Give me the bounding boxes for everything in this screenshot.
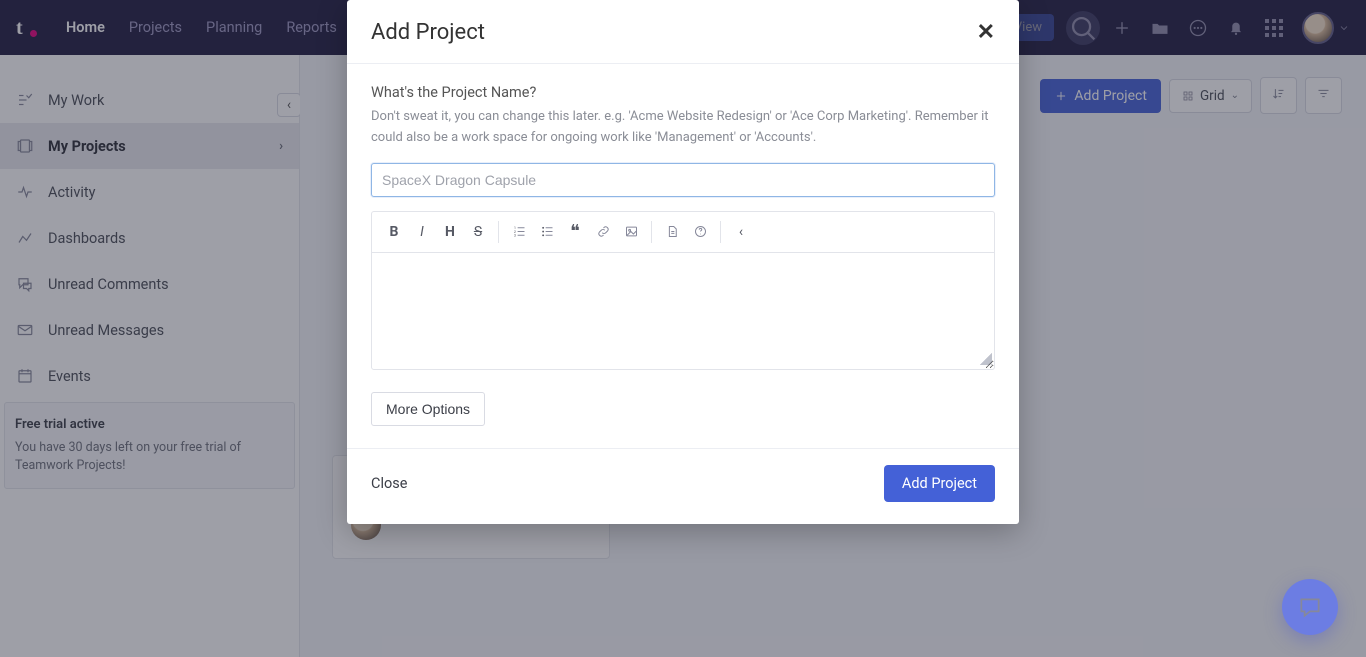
link-icon[interactable] <box>589 218 617 246</box>
modal-submit-button[interactable]: Add Project <box>884 465 995 502</box>
field-label: What's the Project Name? <box>371 84 995 101</box>
project-name-input[interactable] <box>371 163 995 197</box>
document-icon[interactable] <box>658 218 686 246</box>
modal-close-button[interactable]: Close <box>371 475 407 492</box>
close-icon[interactable]: ✕ <box>977 20 995 45</box>
svg-text:3: 3 <box>513 234 515 238</box>
support-chat-fab[interactable] <box>1282 579 1338 635</box>
modal-title: Add Project <box>371 20 485 45</box>
image-icon[interactable] <box>617 218 645 246</box>
quote-icon[interactable]: ❝ <box>561 218 589 246</box>
collapse-toolbar-icon[interactable]: ‹ <box>727 218 755 246</box>
add-project-modal: Add Project ✕ What's the Project Name? D… <box>347 0 1019 524</box>
heading-icon[interactable]: H <box>436 218 464 246</box>
bullet-list-icon[interactable] <box>533 218 561 246</box>
field-hint: Don't sweat it, you can change this late… <box>371 107 995 149</box>
ordered-list-icon[interactable]: 123 <box>505 218 533 246</box>
help-icon[interactable] <box>686 218 714 246</box>
strike-icon[interactable]: S <box>464 218 492 246</box>
editor-toolbar: B I H S 123 ❝ <box>372 212 994 253</box>
italic-icon[interactable]: I <box>408 218 436 246</box>
modal-overlay: Add Project ✕ What's the Project Name? D… <box>0 0 1366 657</box>
description-editor: B I H S 123 ❝ <box>371 211 995 370</box>
description-textarea[interactable] <box>372 253 994 369</box>
bold-icon[interactable]: B <box>380 218 408 246</box>
more-options-button[interactable]: More Options <box>371 392 485 426</box>
resize-grip-icon[interactable] <box>980 353 992 365</box>
